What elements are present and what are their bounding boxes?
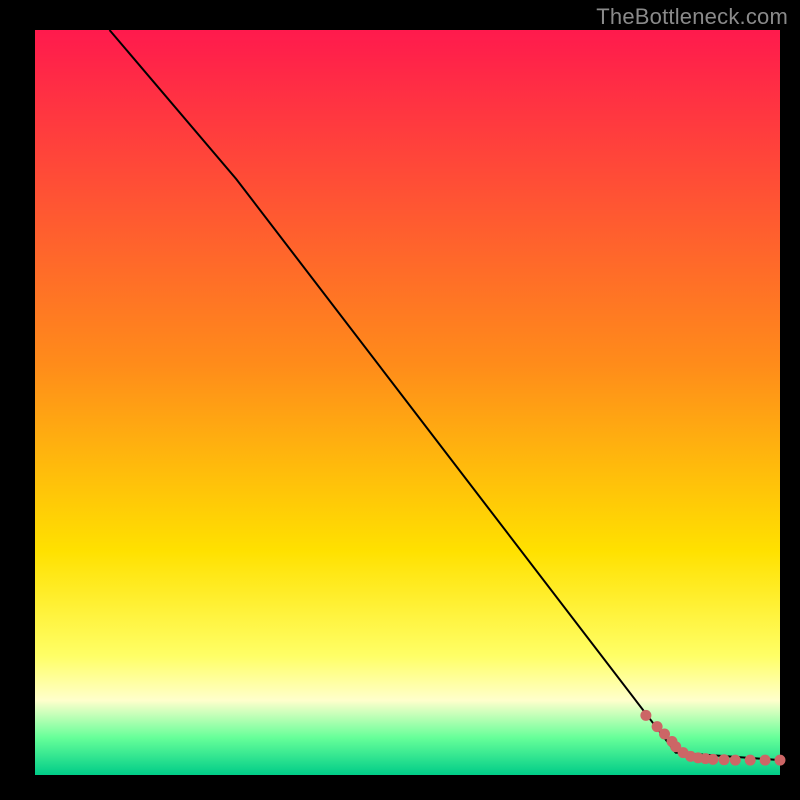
chart-marker (708, 754, 719, 765)
bottleneck-chart (0, 0, 800, 800)
chart-marker (730, 755, 741, 766)
chart-marker (760, 755, 771, 766)
chart-marker (775, 755, 786, 766)
chart-marker (719, 754, 730, 765)
chart-marker (640, 710, 651, 721)
chart-stage: TheBottleneck.com (0, 0, 800, 800)
chart-marker (745, 755, 756, 766)
attribution-text: TheBottleneck.com (596, 4, 788, 30)
